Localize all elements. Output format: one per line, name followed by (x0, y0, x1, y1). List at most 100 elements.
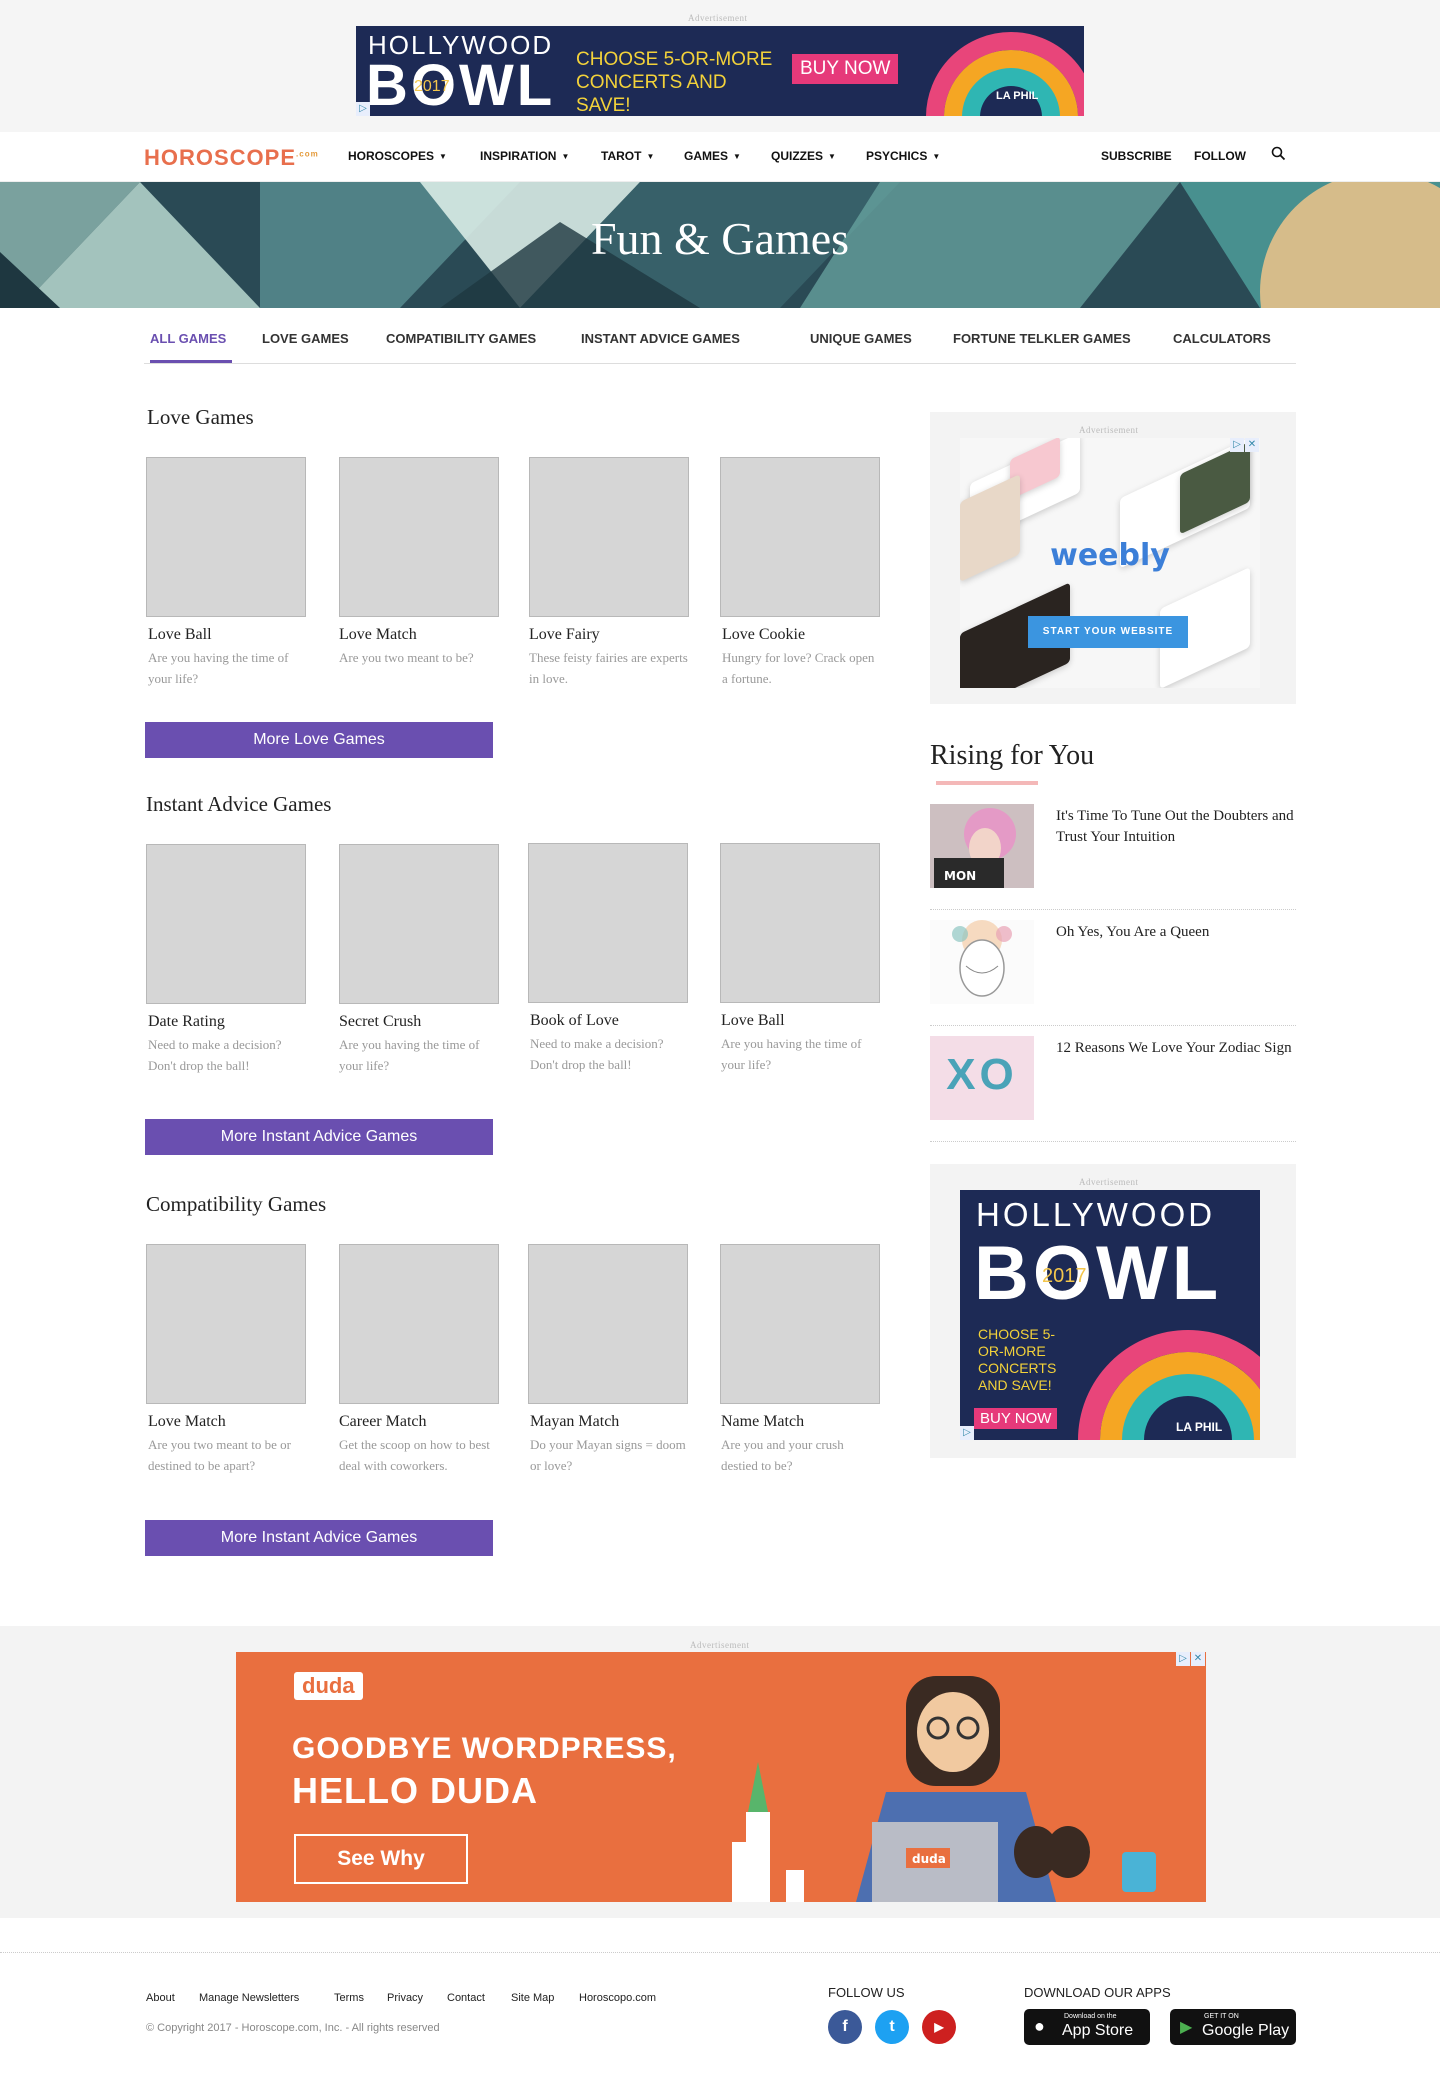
follow-link[interactable]: FOLLOW (1194, 149, 1246, 163)
ad-year-text: 2017 (1042, 1265, 1087, 1287)
subscribe-link[interactable]: SUBSCRIBE (1101, 149, 1172, 163)
search-icon[interactable] (1270, 145, 1288, 163)
google-play-button[interactable]: ▶ GET IT ON Google Play (1170, 2009, 1296, 2045)
google-play-small-text: GET IT ON (1204, 2013, 1239, 2020)
game-name[interactable]: Name Match (721, 1413, 804, 1431)
adchoices-icon[interactable]: ▷ (960, 1426, 974, 1440)
tab-fortune-teller-games[interactable]: FORTUNE TELKLER GAMES (953, 331, 1131, 346)
nav-psychics[interactable]: PSYCHICS ▼ (866, 149, 940, 163)
game-name[interactable]: Love Cookie (722, 626, 805, 644)
rising-item[interactable]: Oh Yes, You Are a Queen (930, 910, 1296, 1026)
see-why-button[interactable]: See Why (294, 1834, 468, 1884)
game-thumb-love-fairy[interactable] (529, 457, 689, 617)
nav-quizzes[interactable]: QUIZZES ▼ (771, 149, 836, 163)
game-thumb-mayan-match[interactable] (528, 1244, 688, 1404)
twitter-icon[interactable]: t (875, 2010, 909, 2044)
hollywood-bowl-banner-ad[interactable]: HOLLYWOOD BOWL 2017 CHOOSE 5-OR-MORE CON… (356, 26, 1084, 116)
game-name[interactable]: Date Rating (148, 1013, 225, 1031)
more-compatibility-games-button[interactable]: More Instant Advice Games (145, 1520, 493, 1556)
footer-link-terms[interactable]: Terms (334, 1992, 364, 2004)
tab-unique-games[interactable]: UNIQUE GAMES (810, 331, 912, 346)
game-name[interactable]: Career Match (339, 1413, 427, 1431)
tab-compatibility-games[interactable]: COMPATIBILITY GAMES (386, 331, 536, 346)
duda-headline-line2: HELLO DUDA (292, 1770, 538, 1811)
rising-item[interactable]: MON It's Time To Tune Out the Doubters a… (930, 794, 1296, 910)
game-thumb-love-cookie[interactable] (720, 457, 880, 617)
tab-love-games[interactable]: LOVE GAMES (262, 331, 349, 346)
game-name[interactable]: Love Ball (148, 626, 212, 644)
game-name[interactable]: Mayan Match (530, 1413, 619, 1431)
footer-link-manage-newsletters[interactable]: Manage Newsletters (199, 1992, 299, 2004)
duda-headline-line1: GOODBYE WORDPRESS, (292, 1732, 677, 1765)
game-description: Do your Mayan signs = doom or love? (530, 1437, 686, 1473)
bottom-ad-strip: Advertisement duda GOODBYE WORDPRESS, HE… (0, 1626, 1440, 1918)
youtube-icon[interactable]: ▶ (922, 2010, 956, 2044)
article-thumbnail-image (930, 920, 1034, 1004)
article-thumbnail: MON (930, 804, 1034, 888)
game-name[interactable]: Love Fairy (529, 626, 600, 644)
ad-buy-now-button[interactable]: BUY NOW (974, 1408, 1058, 1429)
duda-illustration: duda (732, 1676, 1156, 1902)
game-name[interactable]: Book of Love (530, 1012, 619, 1030)
tab-all-games[interactable]: ALL GAMES (150, 331, 226, 346)
more-instant-advice-games-button[interactable]: More Instant Advice Games (145, 1119, 493, 1155)
start-your-website-button[interactable]: START YOUR WEBSITE (1028, 616, 1188, 648)
game-name[interactable]: Love Match (148, 1413, 226, 1431)
footer-link-contact[interactable]: Contact (447, 1992, 485, 2004)
site-logo[interactable]: HOROSCOPE.com (144, 145, 319, 171)
ad-rainbow-graphic (926, 32, 1084, 116)
game-name[interactable]: Secret Crush (339, 1013, 421, 1031)
ad-label: Advertisement (688, 13, 748, 23)
weebly-ad-creative[interactable]: weebly START YOUR WEBSITE ▷ ✕ (960, 438, 1260, 688)
adchoices-icon[interactable]: ▷ (1176, 1652, 1190, 1666)
game-thumb-love-match[interactable] (146, 1244, 306, 1404)
app-store-big-text: App Store (1062, 2022, 1134, 2039)
close-ad-icon[interactable]: ✕ (1245, 438, 1259, 452)
duda-ad-creative[interactable]: duda GOODBYE WORDPRESS, HELLO DUDA See W… (236, 1652, 1206, 1902)
footer-link-horoscopo[interactable]: Horoscopo.com (579, 1992, 656, 2004)
game-thumb-love-ball[interactable] (146, 457, 306, 617)
ad-rainbow-graphic (1078, 1330, 1260, 1440)
close-ad-icon[interactable]: ✕ (1191, 1652, 1205, 1666)
category-tabs: ALL GAMES LOVE GAMES COMPATIBILITY GAMES… (144, 308, 1296, 364)
laptop-duda-label: duda (912, 1852, 946, 1866)
ad-cta-text: CHOOSE 5-OR-MORE CONCERTS AND SAVE! (978, 1326, 1057, 1393)
game-thumb-book-of-love[interactable] (528, 843, 688, 1003)
caret-down-icon: ▼ (561, 151, 570, 161)
xo-graphic-text: XO (946, 1050, 1018, 1099)
adchoices-icon[interactable]: ▷ (356, 102, 370, 116)
top-ad-strip: Advertisement HOLLYWOOD BOWL 2017 CHOOSE… (0, 0, 1440, 132)
more-love-games-button[interactable]: More Love Games (145, 722, 493, 758)
game-description: Need to make a decision? Don't drop the … (530, 1036, 664, 1072)
footer-link-privacy[interactable]: Privacy (387, 1992, 423, 2004)
game-thumb-name-match[interactable] (720, 1244, 880, 1404)
game-name[interactable]: Love Ball (721, 1012, 785, 1030)
tab-instant-advice-games[interactable]: INSTANT ADVICE GAMES (581, 331, 740, 346)
svg-text:MON: MON (944, 869, 976, 883)
rising-item[interactable]: XO 12 Reasons We Love Your Zodiac Sign (930, 1026, 1296, 1142)
game-thumb-secret-crush[interactable] (339, 844, 499, 1004)
adchoices-icon[interactable]: ▷ (1230, 438, 1244, 452)
nav-label: HOROSCOPES (348, 149, 435, 163)
app-store-button[interactable]: ● Download on the App Store (1024, 2009, 1150, 2045)
game-name[interactable]: Love Match (339, 626, 417, 644)
ad-buy-now-button[interactable]: BUY NOW (792, 54, 899, 84)
game-thumb-career-match[interactable] (339, 1244, 499, 1404)
ad-hollywood-text: HOLLYWOOD (976, 1196, 1216, 1233)
nav-label: INSPIRATION (480, 149, 557, 163)
caret-down-icon: ▼ (932, 151, 941, 161)
game-thumb-date-rating[interactable] (146, 844, 306, 1004)
nav-tarot[interactable]: TAROT ▼ (601, 149, 654, 163)
nav-inspiration[interactable]: INSPIRATION ▼ (480, 149, 569, 163)
nav-horoscopes[interactable]: HOROSCOPES ▼ (348, 149, 447, 163)
game-thumb-love-ball[interactable] (720, 843, 880, 1003)
footer-link-site-map[interactable]: Site Map (511, 1992, 554, 2004)
footer-link-about[interactable]: About (146, 1992, 175, 2004)
facebook-icon[interactable]: f (828, 2010, 862, 2044)
hero-banner: Fun & Games (0, 182, 1440, 308)
hollywood-bowl-side-ad[interactable]: HOLLYWOOD BOWL 2017 CHOOSE 5-OR-MORE CON… (960, 1190, 1260, 1440)
article-title: 12 Reasons We Love Your Zodiac Sign (1056, 1040, 1292, 1056)
nav-games[interactable]: GAMES ▼ (684, 149, 741, 163)
tab-calculators[interactable]: CALCULATORS (1173, 331, 1271, 346)
game-thumb-love-match[interactable] (339, 457, 499, 617)
